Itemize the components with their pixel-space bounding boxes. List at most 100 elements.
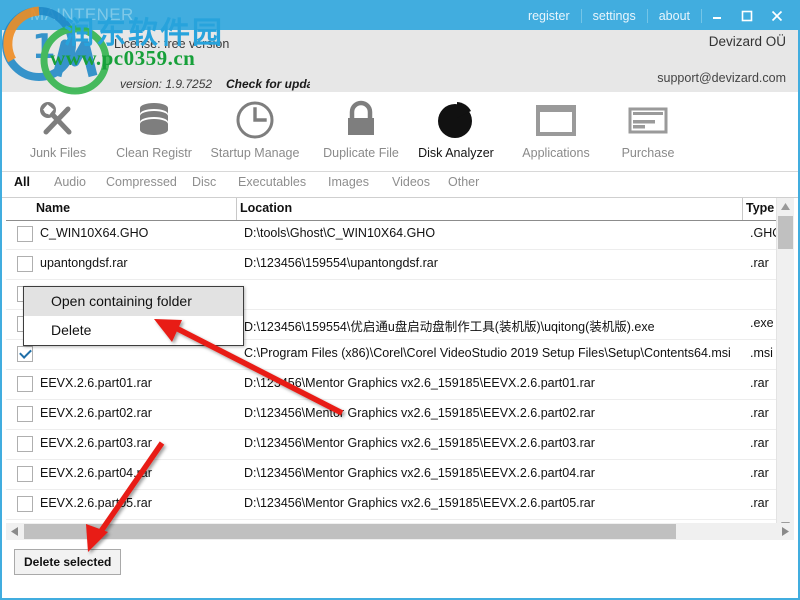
column-header-location[interactable]: Location	[240, 201, 292, 215]
toolbar-label: Purchase	[621, 146, 675, 160]
tools-icon	[10, 96, 106, 144]
table-header-row: Name Location Type	[6, 198, 794, 221]
maximize-icon[interactable]	[732, 2, 762, 30]
company-name: Devizard OÜ	[708, 34, 786, 49]
delete-selected-button[interactable]: Delete selected	[14, 549, 122, 575]
bottom-action-bar: Delete selected	[2, 540, 798, 598]
table-row[interactable]: EEVX.2.6.part01.rar D:\123456\Mentor Grap…	[6, 370, 776, 400]
row-checkbox[interactable]	[17, 466, 33, 482]
toolbar-item-junk-files[interactable]: Junk Files	[10, 96, 106, 160]
lock-icon	[313, 96, 409, 144]
cell-name: EEVX.2.6.part04.rar	[40, 466, 152, 480]
cell-type: .rar	[750, 406, 769, 420]
table-row[interactable]: EEVX.2.6.part02.rar D:\123456\Mentor Grap…	[6, 400, 776, 430]
cell-type: .msi	[750, 346, 773, 360]
context-menu: Open containing folder Delete	[23, 286, 244, 346]
main-toolbar: Junk Files Clean Registr Startup Manage …	[2, 92, 798, 172]
cell-name: EEVX.2.6.part02.rar	[40, 406, 152, 420]
database-icon	[106, 96, 202, 144]
toolbar-item-purchase[interactable]: Purchase	[600, 96, 696, 160]
row-checkbox[interactable]	[17, 256, 33, 272]
license-status: License: free version	[114, 37, 230, 51]
filter-tab-images[interactable]: Images	[328, 175, 369, 189]
header-band: Devizard OÜ support@devizard.com License…	[2, 30, 798, 92]
cell-location: D:\123456\Mentor Graphics vx2.6_159185\E…	[244, 376, 595, 390]
toolbar-item-duplicate-files[interactable]: Duplicate File	[313, 96, 409, 160]
column-header-name[interactable]: Name	[36, 201, 70, 215]
row-checkbox[interactable]	[17, 436, 33, 452]
minimize-icon[interactable]	[702, 2, 732, 30]
toolbar-item-startup-manager[interactable]: Startup Manage	[207, 96, 303, 160]
context-menu-item-delete[interactable]: Delete	[24, 316, 243, 345]
toolbar-label: Disk Analyzer	[418, 146, 494, 160]
cell-type: .rar	[750, 376, 769, 390]
row-checkbox[interactable]	[17, 346, 33, 362]
cell-location: D:\123456\Mentor Graphics vx2.6_159185\E…	[244, 496, 595, 510]
column-divider[interactable]	[742, 198, 743, 220]
table-row[interactable]: upantongdsf.rar D:\123456\159554\upantong…	[6, 250, 776, 280]
cell-name: EEVX.2.6.part01.rar	[40, 376, 152, 390]
cell-location: D:\123456\159554\upantongdsf.rar	[244, 256, 438, 270]
table-row[interactable]: EEVX.2.6.part04.rar D:\123456\Mentor Grap…	[6, 460, 776, 490]
scroll-right-arrow-icon[interactable]	[777, 523, 794, 540]
column-divider[interactable]	[236, 198, 237, 220]
cell-name: upantongdsf.rar	[40, 256, 128, 270]
filter-tab-all[interactable]: All	[14, 175, 30, 189]
cell-type: .rar	[750, 466, 769, 480]
cell-name: EEVX.2.6.part05.rar	[40, 496, 152, 510]
filter-tab-videos[interactable]: Videos	[392, 175, 430, 189]
filter-tab-disc[interactable]: Disc	[192, 175, 216, 189]
cell-name: EEVX.2.6.part03.rar	[40, 436, 152, 450]
table-row[interactable]: EEVX.2.6.part05.rar D:\123456\Mentor Grap…	[6, 490, 776, 520]
cell-location: D:\123456\Mentor Graphics vx2.6_159185\E…	[244, 466, 595, 480]
pie-chart-icon	[408, 96, 504, 144]
cell-type: .GHO	[750, 226, 776, 240]
toolbar-label: Clean Registr	[116, 146, 192, 160]
context-menu-item-open-containing-folder[interactable]: Open containing folder	[24, 287, 243, 316]
cell-location: D:\123456\Mentor Graphics vx2.6_159185\E…	[244, 406, 595, 420]
toolbar-item-clean-registry[interactable]: Clean Registr	[106, 96, 202, 160]
toolbar-label: Duplicate File	[323, 146, 399, 160]
vertical-scrollbar[interactable]	[776, 198, 794, 534]
titlebar-link-register[interactable]: register	[517, 2, 581, 30]
filter-tab-audio[interactable]: Audio	[54, 175, 86, 189]
credit-card-icon	[600, 96, 696, 144]
cell-name: C_WIN10X64.GHO	[40, 226, 149, 240]
cell-type: .rar	[750, 496, 769, 510]
vertical-scrollbar-thumb[interactable]	[778, 216, 793, 249]
toolbar-item-disk-analyzer[interactable]: Disk Analyzer	[408, 96, 504, 160]
scroll-left-arrow-icon[interactable]	[6, 523, 23, 540]
filter-tab-executables[interactable]: Executables	[238, 175, 306, 189]
table-row[interactable]: EEVX.2.6.part03.rar D:\123456\Mentor Grap…	[6, 430, 776, 460]
row-checkbox[interactable]	[17, 496, 33, 512]
filter-tab-compressed[interactable]: Compressed	[106, 175, 177, 189]
cell-type: .exe	[750, 316, 774, 330]
filter-tab-other[interactable]: Other	[448, 175, 479, 189]
titlebar-link-settings[interactable]: settings	[582, 2, 647, 30]
toolbar-item-applications[interactable]: Applications	[508, 96, 604, 160]
file-list-table[interactable]: C_WIN10X64.GHO D:\tools\Ghost\C_WIN10X64.…	[6, 220, 776, 534]
close-icon[interactable]	[762, 2, 792, 30]
titlebar-link-about[interactable]: about	[648, 2, 701, 30]
horizontal-scrollbar-thumb[interactable]	[24, 524, 676, 539]
row-checkbox[interactable]	[17, 376, 33, 392]
check-for-update-link[interactable]: Check for update	[226, 77, 310, 91]
cell-location: D:\123456\159554\优启通u盘启动盘制作工具(装机版)\uqito…	[244, 320, 655, 334]
column-header-type[interactable]: Type	[746, 201, 774, 215]
row-checkbox[interactable]	[17, 406, 33, 422]
clock-icon	[207, 96, 303, 144]
horizontal-scrollbar[interactable]	[6, 523, 794, 540]
toolbar-label: Startup Manage	[210, 146, 300, 160]
filter-tab-bar: All Audio Compressed Disc Executables Im…	[2, 172, 798, 198]
toolbar-label: Junk Files	[29, 146, 87, 160]
cell-location: D:\tools\Ghost\C_WIN10X64.GHO	[244, 226, 436, 240]
app-brand-title: MAINTENER	[30, 5, 134, 24]
row-checkbox[interactable]	[17, 226, 33, 242]
scroll-up-arrow-icon[interactable]	[777, 198, 794, 215]
cell-type: .rar	[750, 256, 769, 270]
window-icon	[508, 96, 604, 144]
version-label: version: 1.9.7252	[120, 77, 213, 91]
table-row[interactable]: C_WIN10X64.GHO D:\tools\Ghost\C_WIN10X64.…	[6, 220, 776, 250]
support-email[interactable]: support@devizard.com	[657, 71, 786, 85]
title-bar: MAINTENER register settings about	[2, 2, 798, 30]
